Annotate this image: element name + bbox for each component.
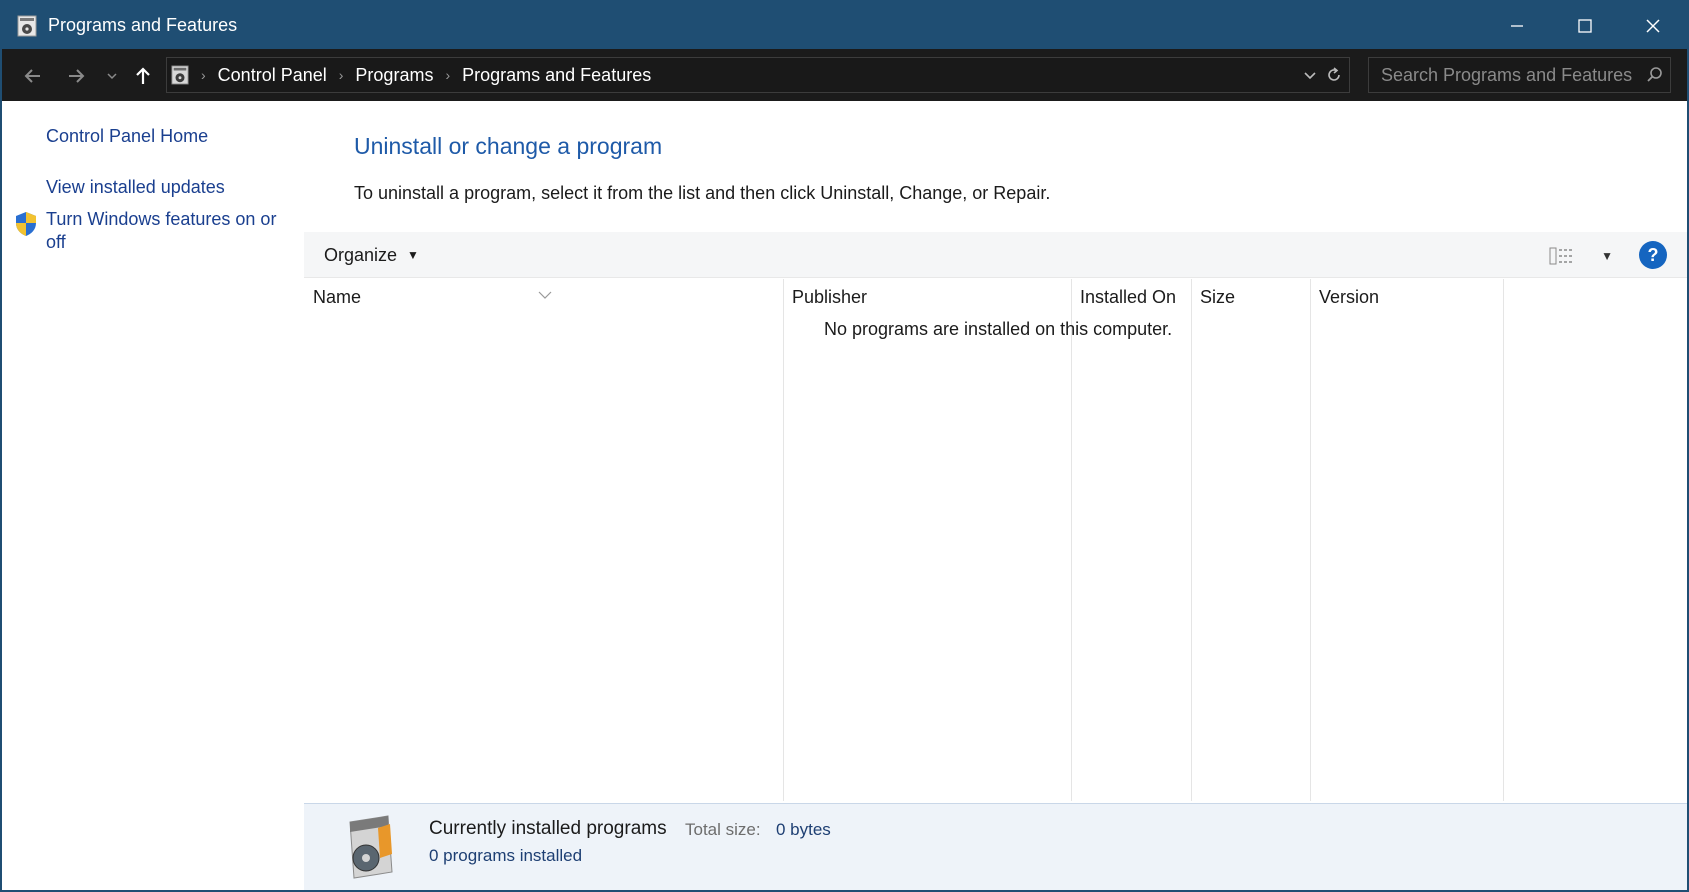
chevron-down-icon [107, 73, 117, 80]
breadcrumb-programs-and-features[interactable]: Programs and Features [462, 65, 651, 86]
instruction-text: To uninstall a program, select it from t… [354, 183, 1051, 203]
column-header-version[interactable]: Version [1310, 279, 1503, 315]
programs-count: 0 programs installed [429, 846, 583, 865]
minimize-icon [1511, 24, 1523, 27]
main-content: Uninstall or change a program To uninsta… [304, 101, 1687, 890]
view-installed-updates-link[interactable]: View installed updates [46, 176, 225, 199]
column-divider[interactable] [1310, 279, 1311, 801]
control-panel-home-link[interactable]: Control Panel Home [46, 125, 208, 148]
maximize-button[interactable] [1551, 2, 1619, 49]
chevron-down-icon [1304, 72, 1316, 80]
search-input[interactable] [1369, 64, 1640, 86]
close-button[interactable] [1619, 2, 1687, 49]
total-size-value: 0 bytes [776, 820, 831, 839]
minimize-button[interactable] [1483, 2, 1551, 49]
column-divider[interactable] [783, 279, 784, 801]
address-history-button[interactable] [1303, 68, 1317, 82]
breadcrumb-separator-icon[interactable]: › [339, 67, 344, 83]
details-pane: Currently installed programs Total size:… [304, 803, 1687, 890]
column-divider[interactable] [1071, 279, 1072, 801]
left-task-pane: Control Panel Home View installed update… [2, 101, 304, 890]
title-bar[interactable]: Programs and Features [2, 2, 1687, 49]
breadcrumb-separator-icon: › [201, 67, 206, 83]
page-title: Uninstall or change a program [354, 133, 663, 159]
refresh-icon [1328, 67, 1340, 81]
total-size-label: Total size: [685, 820, 761, 839]
installed-programs-icon [340, 814, 396, 880]
view-options-dropdown-icon[interactable]: ▼ [1601, 249, 1613, 263]
programs-and-features-window: Programs and Features › Control Panel › … [0, 0, 1689, 892]
breadcrumb-programs[interactable]: Programs [355, 65, 433, 86]
close-icon [1646, 18, 1660, 33]
back-button[interactable] [18, 61, 48, 91]
search-box[interactable] [1368, 57, 1671, 93]
program-list[interactable]: Name Publisher Installed On Size Version… [304, 279, 1687, 801]
help-button[interactable]: ? [1639, 241, 1667, 269]
refresh-button[interactable] [1325, 66, 1343, 84]
column-header-publisher[interactable]: Publisher [783, 279, 1071, 315]
column-header-name[interactable]: Name [304, 279, 783, 315]
forward-button[interactable] [61, 61, 91, 91]
dropdown-arrow-icon: ▼ [407, 248, 419, 262]
column-divider[interactable] [1191, 279, 1192, 801]
window-title: Programs and Features [48, 15, 238, 35]
control-panel-icon [171, 64, 193, 86]
change-view-button[interactable]: ▼ [1549, 242, 1613, 270]
up-button[interactable] [128, 61, 158, 91]
recent-locations-button[interactable] [98, 61, 126, 91]
column-divider[interactable] [1503, 279, 1504, 801]
organize-button[interactable]: Organize ▼ [316, 241, 427, 269]
organize-label: Organize [324, 244, 398, 265]
column-header-size[interactable]: Size [1191, 279, 1310, 315]
address-bar: › Control Panel › Programs › Programs an… [2, 49, 1687, 101]
forward-arrow-icon [69, 69, 85, 83]
empty-list-message: No programs are installed on this comput… [824, 319, 1173, 339]
command-bar: Organize ▼ ▼ ? [304, 232, 1687, 278]
up-arrow-icon [136, 67, 150, 84]
address-box[interactable]: › Control Panel › Programs › Programs an… [166, 57, 1350, 93]
breadcrumb-control-panel[interactable]: Control Panel [218, 65, 327, 86]
uac-shield-icon [14, 211, 38, 237]
search-icon[interactable] [1640, 66, 1670, 84]
breadcrumb-separator-icon[interactable]: › [445, 67, 450, 83]
programs-features-icon [16, 15, 38, 37]
column-header-installed-on[interactable]: Installed On [1071, 279, 1191, 315]
back-arrow-icon [24, 69, 40, 83]
maximize-icon [1578, 18, 1592, 33]
details-title: Currently installed programs [429, 818, 667, 839]
turn-windows-features-link[interactable]: Turn Windows features on or off [46, 208, 286, 254]
details-view-icon [1549, 247, 1574, 265]
